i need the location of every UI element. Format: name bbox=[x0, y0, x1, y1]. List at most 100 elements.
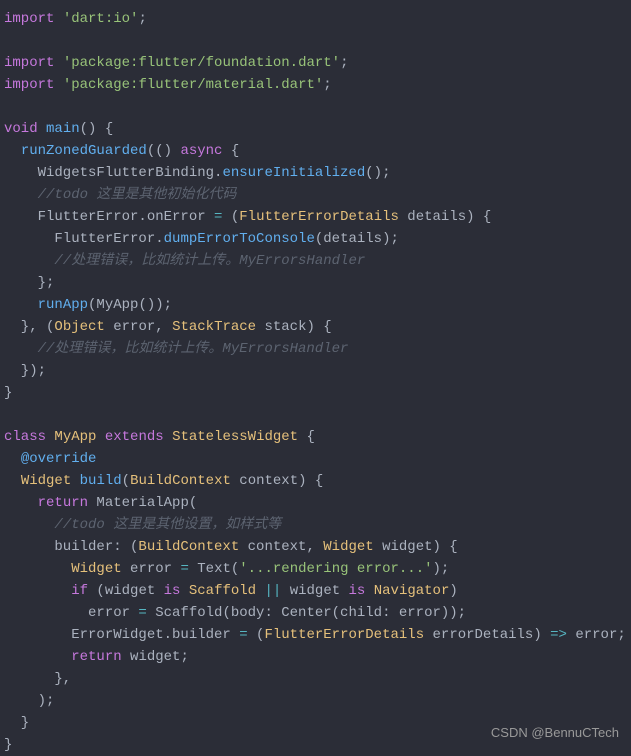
code-token: ErrorWidget.builder bbox=[4, 627, 239, 643]
code-token: (); bbox=[365, 165, 390, 181]
code-token bbox=[4, 473, 21, 489]
code-token: StatelessWidget bbox=[172, 429, 298, 445]
code-token: //todo 这里是其他设置，如样式等 bbox=[54, 517, 281, 533]
code-token: void bbox=[4, 121, 38, 137]
code-token: error; bbox=[567, 627, 626, 643]
code-token bbox=[365, 583, 373, 599]
code-token: errorDetails) bbox=[424, 627, 550, 643]
code-token bbox=[4, 495, 38, 511]
code-token: widget; bbox=[122, 649, 189, 665]
code-token: 'package:flutter/foundation.dart' bbox=[63, 55, 340, 71]
code-token: = bbox=[239, 627, 247, 643]
code-token bbox=[4, 583, 71, 599]
code-token bbox=[38, 121, 46, 137]
code-line bbox=[4, 99, 12, 115]
code-token: }, bbox=[4, 671, 71, 687]
code-token: } bbox=[4, 737, 12, 753]
code-token bbox=[4, 561, 71, 577]
code-token: build bbox=[80, 473, 122, 489]
code-token: }); bbox=[4, 363, 46, 379]
code-token: ( bbox=[248, 627, 265, 643]
code-token: runApp bbox=[38, 297, 88, 313]
code-token: { bbox=[222, 143, 239, 159]
code-token: MyApp bbox=[54, 429, 96, 445]
code-line bbox=[4, 407, 12, 423]
code-token: if bbox=[71, 583, 88, 599]
code-token: } bbox=[4, 385, 12, 401]
code-token: class bbox=[4, 429, 46, 445]
code-token: Widget bbox=[71, 561, 121, 577]
code-token bbox=[4, 253, 54, 269]
code-token: import bbox=[4, 77, 54, 93]
code-token: BuildContext bbox=[130, 473, 231, 489]
code-token bbox=[4, 649, 71, 665]
code-token: || bbox=[265, 583, 282, 599]
code-token: async bbox=[180, 143, 222, 159]
code-token: () { bbox=[80, 121, 114, 137]
code-token bbox=[4, 297, 38, 313]
code-token: extends bbox=[105, 429, 164, 445]
code-token: ; bbox=[323, 77, 331, 93]
code-token: WidgetsFlutterBinding. bbox=[4, 165, 222, 181]
code-token: FlutterErrorDetails bbox=[239, 209, 399, 225]
code-token: details) { bbox=[399, 209, 491, 225]
code-token: ) bbox=[449, 583, 457, 599]
code-token: widget) { bbox=[374, 539, 458, 555]
code-token bbox=[4, 517, 54, 533]
code-token: 'package:flutter/material.dart' bbox=[63, 77, 323, 93]
code-token: { bbox=[298, 429, 315, 445]
code-token: return bbox=[71, 649, 121, 665]
code-token: ; bbox=[340, 55, 348, 71]
code-token: (() bbox=[147, 143, 181, 159]
code-token: ensureInitialized bbox=[222, 165, 365, 181]
code-token: import bbox=[4, 11, 54, 27]
code-token: is bbox=[164, 583, 181, 599]
code-editor[interactable]: import 'dart:io'; import 'package:flutte… bbox=[4, 8, 627, 756]
code-token: ); bbox=[433, 561, 450, 577]
code-token: (details); bbox=[315, 231, 399, 247]
code-token: error bbox=[122, 561, 181, 577]
code-token: FlutterErrorDetails bbox=[264, 627, 424, 643]
code-token: ; bbox=[138, 11, 146, 27]
code-token: main bbox=[46, 121, 80, 137]
code-token: => bbox=[550, 627, 567, 643]
code-token: import bbox=[4, 55, 54, 71]
code-token: //处理错误，比如统计上传。MyErrorsHandler bbox=[38, 341, 349, 357]
code-token: error bbox=[4, 605, 138, 621]
code-token: Text( bbox=[189, 561, 239, 577]
code-token bbox=[54, 55, 62, 71]
code-token: runZonedGuarded bbox=[21, 143, 147, 159]
code-token: Navigator bbox=[374, 583, 450, 599]
code-token: (widget bbox=[88, 583, 164, 599]
code-token bbox=[54, 77, 62, 93]
code-token: (MyApp()); bbox=[88, 297, 172, 313]
code-token bbox=[96, 429, 104, 445]
code-token: Scaffold(body: Center(child: error)); bbox=[147, 605, 466, 621]
code-token: }; bbox=[4, 275, 54, 291]
code-token: widget bbox=[281, 583, 348, 599]
code-token: Widget bbox=[21, 473, 71, 489]
code-token: //处理错误，比如统计上传。MyErrorsHandler bbox=[54, 253, 365, 269]
code-token: = bbox=[180, 561, 188, 577]
code-token: Widget bbox=[323, 539, 373, 555]
code-token: }, ( bbox=[4, 319, 54, 335]
code-token bbox=[4, 187, 38, 203]
code-token: context, bbox=[239, 539, 323, 555]
code-token bbox=[164, 429, 172, 445]
code-token: 'dart:io' bbox=[63, 11, 139, 27]
code-token: MaterialApp( bbox=[88, 495, 197, 511]
code-token bbox=[54, 11, 62, 27]
code-token: FlutterError. bbox=[4, 231, 164, 247]
code-token bbox=[180, 583, 188, 599]
code-token: Object bbox=[54, 319, 104, 335]
code-token bbox=[71, 473, 79, 489]
code-token: return bbox=[38, 495, 88, 511]
code-token: builder: ( bbox=[4, 539, 138, 555]
code-token: ( bbox=[122, 473, 130, 489]
code-token: FlutterError.onError bbox=[4, 209, 214, 225]
code-token: is bbox=[349, 583, 366, 599]
code-token bbox=[4, 341, 38, 357]
code-token: //todo 这里是其他初始化代码 bbox=[38, 187, 237, 203]
code-token: context) { bbox=[231, 473, 323, 489]
code-token bbox=[4, 143, 21, 159]
